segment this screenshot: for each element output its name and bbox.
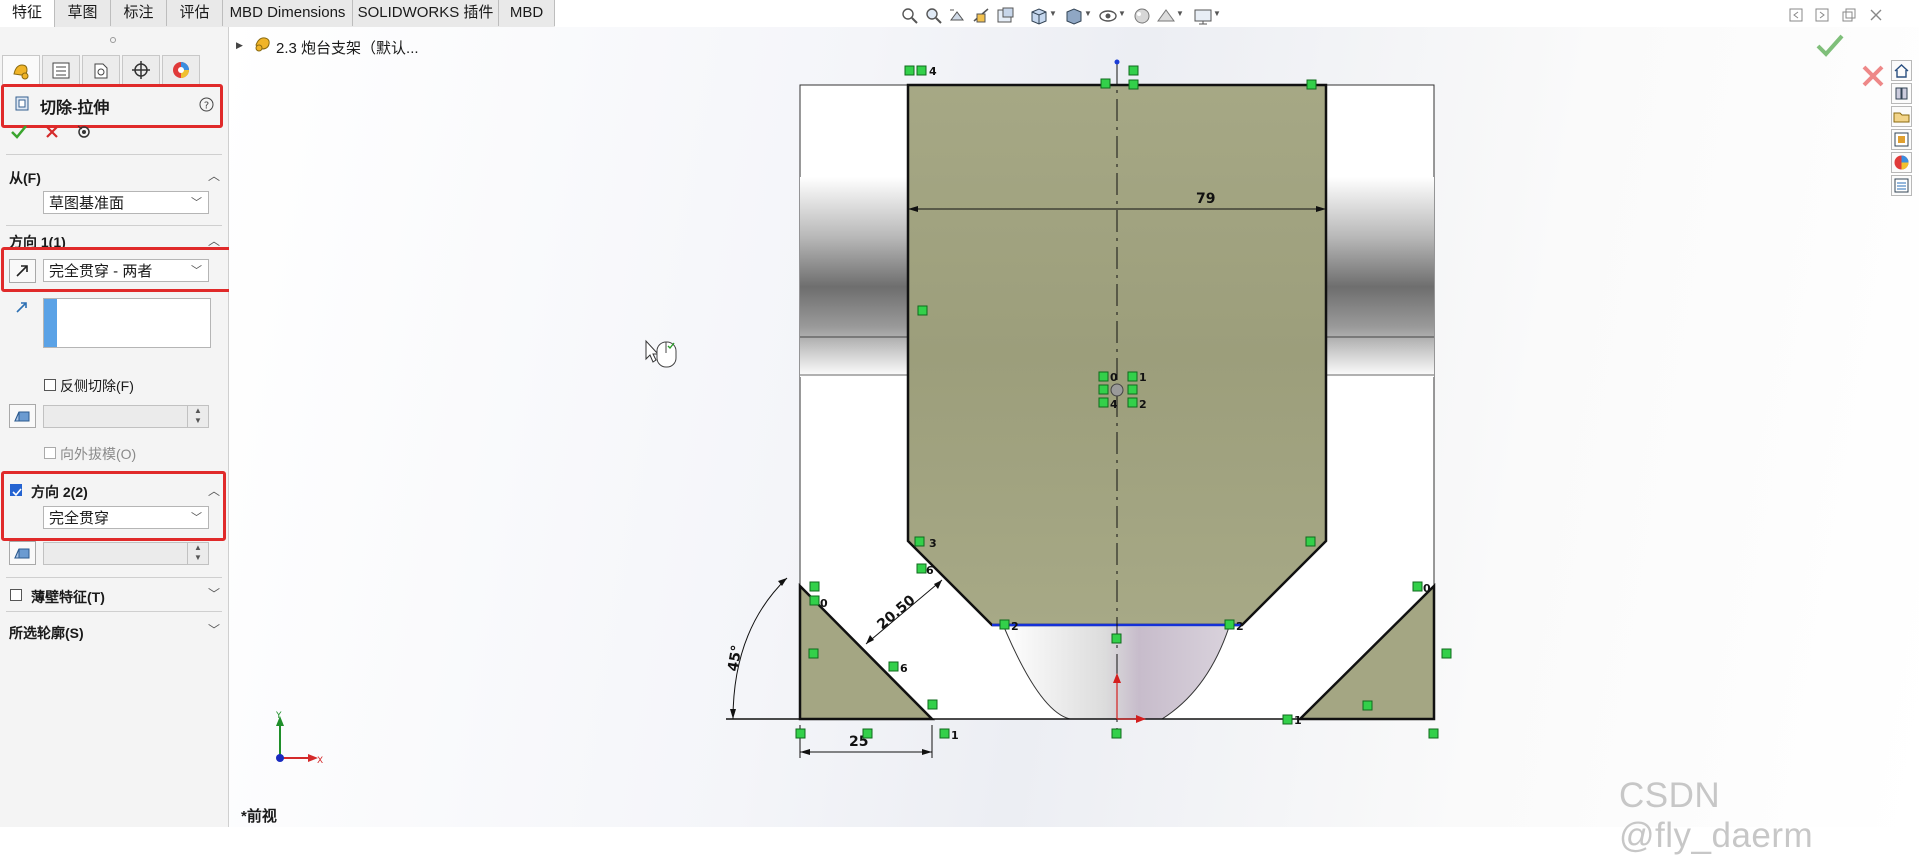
design-library-icon [1895, 87, 1908, 100]
svg-text:4: 4 [929, 65, 937, 78]
view-triad: Y X [275, 711, 323, 766]
svg-text:3: 3 [929, 537, 937, 550]
chevron-down-icon[interactable]: ▼ [1084, 9, 1092, 18]
heads-up-view-toolbar: ▼ ▼ ▼ ▼ ▼ [895, 2, 1255, 30]
dimension-45-degrees[interactable]: 45° [725, 577, 788, 720]
design-library-button[interactable] [1891, 83, 1912, 104]
watermark: CSDN @fly_daerm [1619, 776, 1814, 855]
svg-text:1: 1 [1139, 371, 1147, 384]
custom-properties-icon [1894, 178, 1909, 193]
svg-text:Y: Y [275, 711, 282, 721]
dimension-79-text[interactable]: 79 [1196, 191, 1215, 207]
maximize-view-icon[interactable] [1842, 8, 1856, 22]
display-style-icon[interactable] [1063, 6, 1085, 26]
part-icon [255, 37, 270, 52]
svg-text:4: 4 [1110, 398, 1118, 411]
file-explorer-button[interactable] [1891, 106, 1912, 127]
close-view-icon[interactable] [1869, 8, 1883, 22]
chevron-down-icon[interactable]: ▼ [1176, 9, 1184, 18]
svg-text:6: 6 [900, 662, 908, 675]
chevron-down-icon[interactable]: ▼ [1049, 9, 1057, 18]
zoom-to-area-icon[interactable] [923, 6, 945, 26]
view-settings-icon[interactable] [1192, 6, 1214, 26]
cad-canvas: 79 20.50 25 45° 4 3 2 2 0 0 1 1 1 2 4 0 … [275, 59, 1452, 766]
svg-text:0: 0 [1423, 582, 1431, 595]
svg-text:1: 1 [951, 729, 959, 742]
svg-text:6: 6 [926, 564, 934, 577]
confirm-ok-icon[interactable] [1815, 33, 1845, 59]
apply-scene-icon[interactable] [1155, 6, 1177, 26]
previous-view-icon[interactable] [947, 6, 969, 26]
dynamic-annotation-icon[interactable] [995, 6, 1017, 26]
svg-text:1: 1 [1294, 714, 1302, 727]
appearances-button[interactable] [1891, 152, 1912, 173]
confirm-cancel-icon[interactable] [1860, 63, 1886, 89]
dimension-45-text[interactable]: 45° [725, 644, 745, 673]
svg-text:0: 0 [820, 597, 828, 610]
minimize-view-icon[interactable] [1789, 8, 1803, 22]
view-orientation-icon[interactable] [1028, 6, 1050, 26]
svg-text:2: 2 [1139, 398, 1147, 411]
svg-text:X: X [317, 756, 323, 766]
view-orientation-label: *前视 [241, 808, 277, 825]
hide-show-items-icon[interactable] [1097, 6, 1119, 26]
sketch-point[interactable] [1110, 383, 1124, 397]
chevron-down-icon[interactable]: ▼ [1213, 9, 1221, 18]
chevron-down-icon[interactable]: ▼ [1118, 9, 1126, 18]
view-palette-icon [1894, 132, 1909, 147]
appearances-icon [1894, 155, 1909, 170]
folder-icon [1893, 112, 1910, 123]
svg-text:2: 2 [1011, 620, 1019, 633]
tree-expand-arrow-icon[interactable]: ▶ [236, 40, 243, 51]
home-button[interactable] [1891, 60, 1912, 81]
feature-tree-root[interactable]: 2.3 炮台支架（默认... [276, 37, 419, 58]
custom-properties-button[interactable] [1891, 175, 1912, 196]
view-palette-button[interactable] [1891, 129, 1912, 150]
edit-appearance-icon[interactable] [1131, 6, 1153, 26]
section-view-icon[interactable] [971, 6, 993, 26]
zoom-to-fit-icon[interactable] [899, 6, 921, 26]
restore-view-icon[interactable] [1815, 8, 1829, 22]
centerline-endpoint [1114, 59, 1120, 65]
svg-text:2: 2 [1236, 620, 1244, 633]
mouse-gesture-icon [645, 339, 677, 368]
home-icon [1894, 64, 1909, 78]
svg-text:0: 0 [1110, 371, 1118, 384]
